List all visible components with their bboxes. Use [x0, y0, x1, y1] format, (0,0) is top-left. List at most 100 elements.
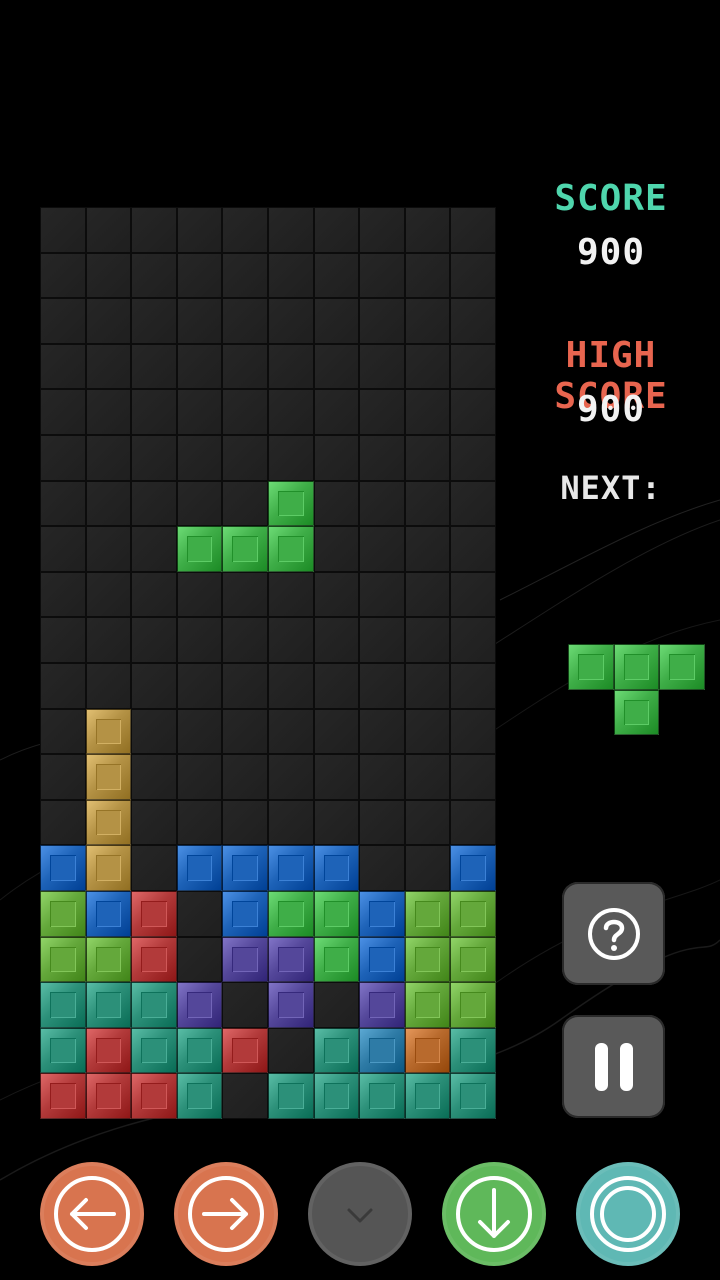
- board-cell: [131, 571, 177, 618]
- board-cell: [359, 845, 405, 891]
- pause-button[interactable]: [562, 1015, 665, 1118]
- board-cell: [176, 936, 223, 983]
- board-cell: [450, 480, 496, 527]
- tetromino-block: [40, 982, 86, 1028]
- board-cell: [176, 252, 223, 299]
- tetromino-block: [85, 845, 132, 891]
- board-cell: [176, 891, 223, 937]
- block-face: [95, 946, 122, 973]
- question-mark-icon: [587, 907, 640, 960]
- board-cell: [40, 754, 86, 800]
- soft-drop-button[interactable]: [308, 1162, 412, 1266]
- board-cell: [131, 754, 177, 800]
- tetromino-block: [85, 936, 132, 983]
- board-cell: [359, 799, 405, 846]
- board-cell: [404, 526, 451, 572]
- board-cell: [450, 298, 496, 344]
- board-cell: [404, 845, 451, 891]
- tetromino-block: [404, 982, 451, 1028]
- hard-drop-button[interactable]: [442, 1162, 546, 1266]
- block-face: [414, 1037, 441, 1064]
- block-face: [232, 855, 258, 881]
- move-left-button[interactable]: [40, 1162, 144, 1266]
- block-face: [369, 992, 395, 1018]
- board-cell: [404, 708, 451, 755]
- board-cell: [359, 298, 405, 344]
- block-face: [141, 901, 167, 927]
- block-face: [578, 654, 604, 680]
- board-cell: [222, 389, 268, 435]
- block-face: [414, 992, 441, 1018]
- move-right-button[interactable]: [174, 1162, 278, 1266]
- board-cell: [359, 252, 405, 299]
- block-face: [232, 536, 258, 562]
- board-cell: [222, 1073, 268, 1119]
- tetromino-block: [313, 936, 360, 983]
- tetromino-block: [450, 845, 496, 891]
- board-cell: [222, 617, 268, 663]
- tetromino-block: [131, 936, 177, 983]
- block-face: [323, 1037, 350, 1064]
- board-cell: [313, 343, 360, 390]
- board-cell: [131, 480, 177, 527]
- block-face: [460, 1037, 486, 1064]
- block-face: [414, 1083, 441, 1109]
- board-cell: [313, 708, 360, 755]
- board-cell: [359, 207, 405, 253]
- board-cell: [222, 207, 268, 253]
- tetromino-block: [131, 982, 177, 1028]
- tetromino-block: [313, 1073, 360, 1119]
- block-face: [95, 1083, 122, 1109]
- tetromino-block: [268, 936, 314, 983]
- next-piece-preview: [568, 644, 705, 736]
- board-cell: [222, 343, 268, 390]
- tetromino-block: [85, 891, 132, 937]
- block-face: [50, 992, 76, 1018]
- board-cell: [40, 617, 86, 663]
- game-board: [40, 207, 496, 1119]
- board-cell: [176, 708, 223, 755]
- block-face: [232, 901, 258, 927]
- block-face: [323, 946, 350, 973]
- board-cell: [450, 617, 496, 663]
- board-cell: [85, 343, 132, 390]
- board-cell: [131, 708, 177, 755]
- board-cell: [268, 252, 314, 299]
- tetromino-block: [131, 891, 177, 937]
- board-cell: [313, 435, 360, 481]
- tetromino-block: [450, 891, 496, 937]
- board-cell: [450, 435, 496, 481]
- block-face: [50, 901, 76, 927]
- board-cell: [268, 799, 314, 846]
- block-face: [414, 901, 441, 927]
- tetromino-block: [222, 936, 268, 983]
- next-label: NEXT:: [560, 469, 662, 507]
- board-cell: [313, 799, 360, 846]
- board-cell: [85, 480, 132, 527]
- board-cell: [85, 252, 132, 299]
- board-cell: [222, 708, 268, 755]
- block-face: [50, 946, 76, 973]
- board-cell: [450, 754, 496, 800]
- tetromino-block: [268, 845, 314, 891]
- board-cell: [176, 389, 223, 435]
- board-cell: [268, 571, 314, 618]
- tetromino-block: [450, 1027, 496, 1074]
- board-cell: [40, 343, 86, 390]
- block-face: [50, 855, 76, 881]
- rotate-button[interactable]: [576, 1162, 680, 1266]
- board-cell: [222, 480, 268, 527]
- board-cell: [222, 754, 268, 800]
- block-face: [95, 809, 122, 836]
- board-cell: [176, 571, 223, 618]
- block-face: [278, 992, 304, 1018]
- block-face: [323, 1083, 350, 1109]
- board-cell: [268, 1027, 314, 1074]
- help-button[interactable]: [562, 882, 665, 985]
- board-cell: [313, 389, 360, 435]
- board-cell: [40, 389, 86, 435]
- tetromino-block: [85, 982, 132, 1028]
- block-face: [323, 855, 350, 881]
- board-cell: [222, 571, 268, 618]
- tetromino-block: [176, 982, 223, 1028]
